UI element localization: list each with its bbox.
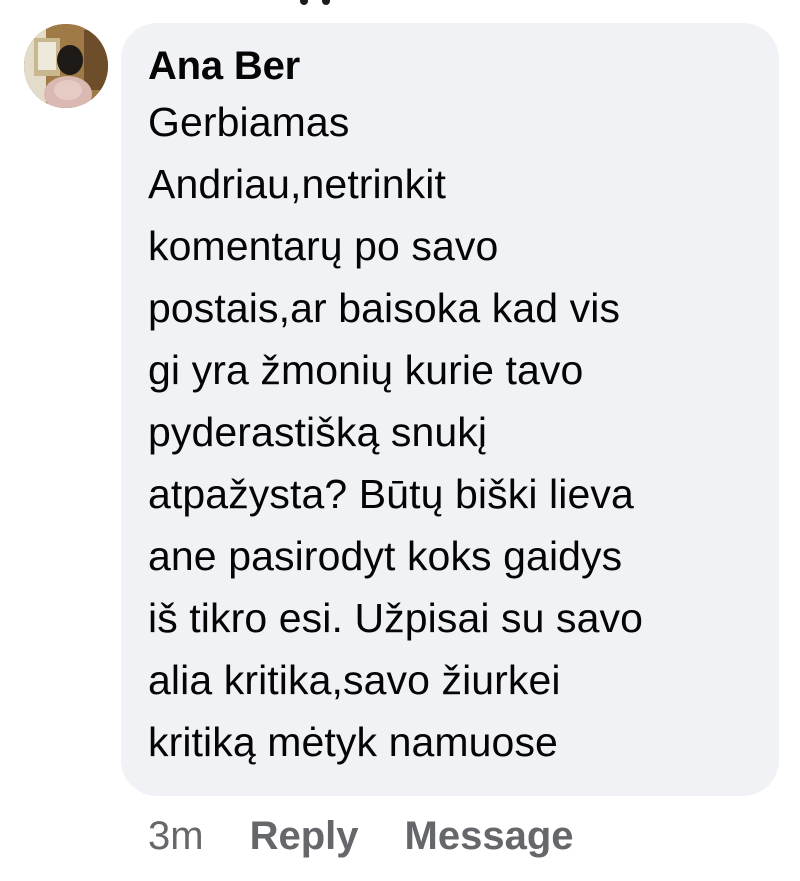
avatar[interactable]	[24, 24, 108, 108]
comment-text: Gerbiamas Andriau,netrinkit komentarų po…	[148, 91, 753, 773]
comment-text-line: komentarų po savo	[148, 223, 499, 269]
reply-button[interactable]: Reply	[250, 814, 359, 859]
comment-text-line: alia kritika,savo žiurkei	[148, 657, 561, 703]
comment-text-line: Andriau,netrinkit	[148, 161, 446, 207]
comment-text-line: atpažysta? Būtų biški lieva	[148, 471, 634, 517]
comment-timestamp[interactable]: 3m	[148, 814, 204, 859]
comment-text-line: postais,ar baisoka kad vis	[148, 285, 621, 331]
comment-author[interactable]: Ana Ber	[148, 43, 753, 89]
comment-bubble: Ana Ber Gerbiamas Andriau,netrinkit kome…	[121, 23, 779, 796]
message-button[interactable]: Message	[405, 814, 574, 859]
comment-text-line: ane pasirodyt koks gaidys	[148, 533, 623, 579]
comment-text-line: pyderastišką snukį	[148, 409, 488, 455]
comment-text-line: kritiką mėtyk namuose	[148, 719, 558, 765]
comment-text-line: gi yra žmonių kurie tavo	[148, 347, 584, 393]
comment-text-line: iš tikro esi. Užpisai su savo	[148, 595, 644, 641]
comment-text-line: Gerbiamas	[148, 99, 350, 145]
previous-content-fragment	[300, 0, 360, 6]
avatar-photo	[24, 24, 108, 108]
comment-actions: 3m Reply Message	[148, 808, 620, 864]
